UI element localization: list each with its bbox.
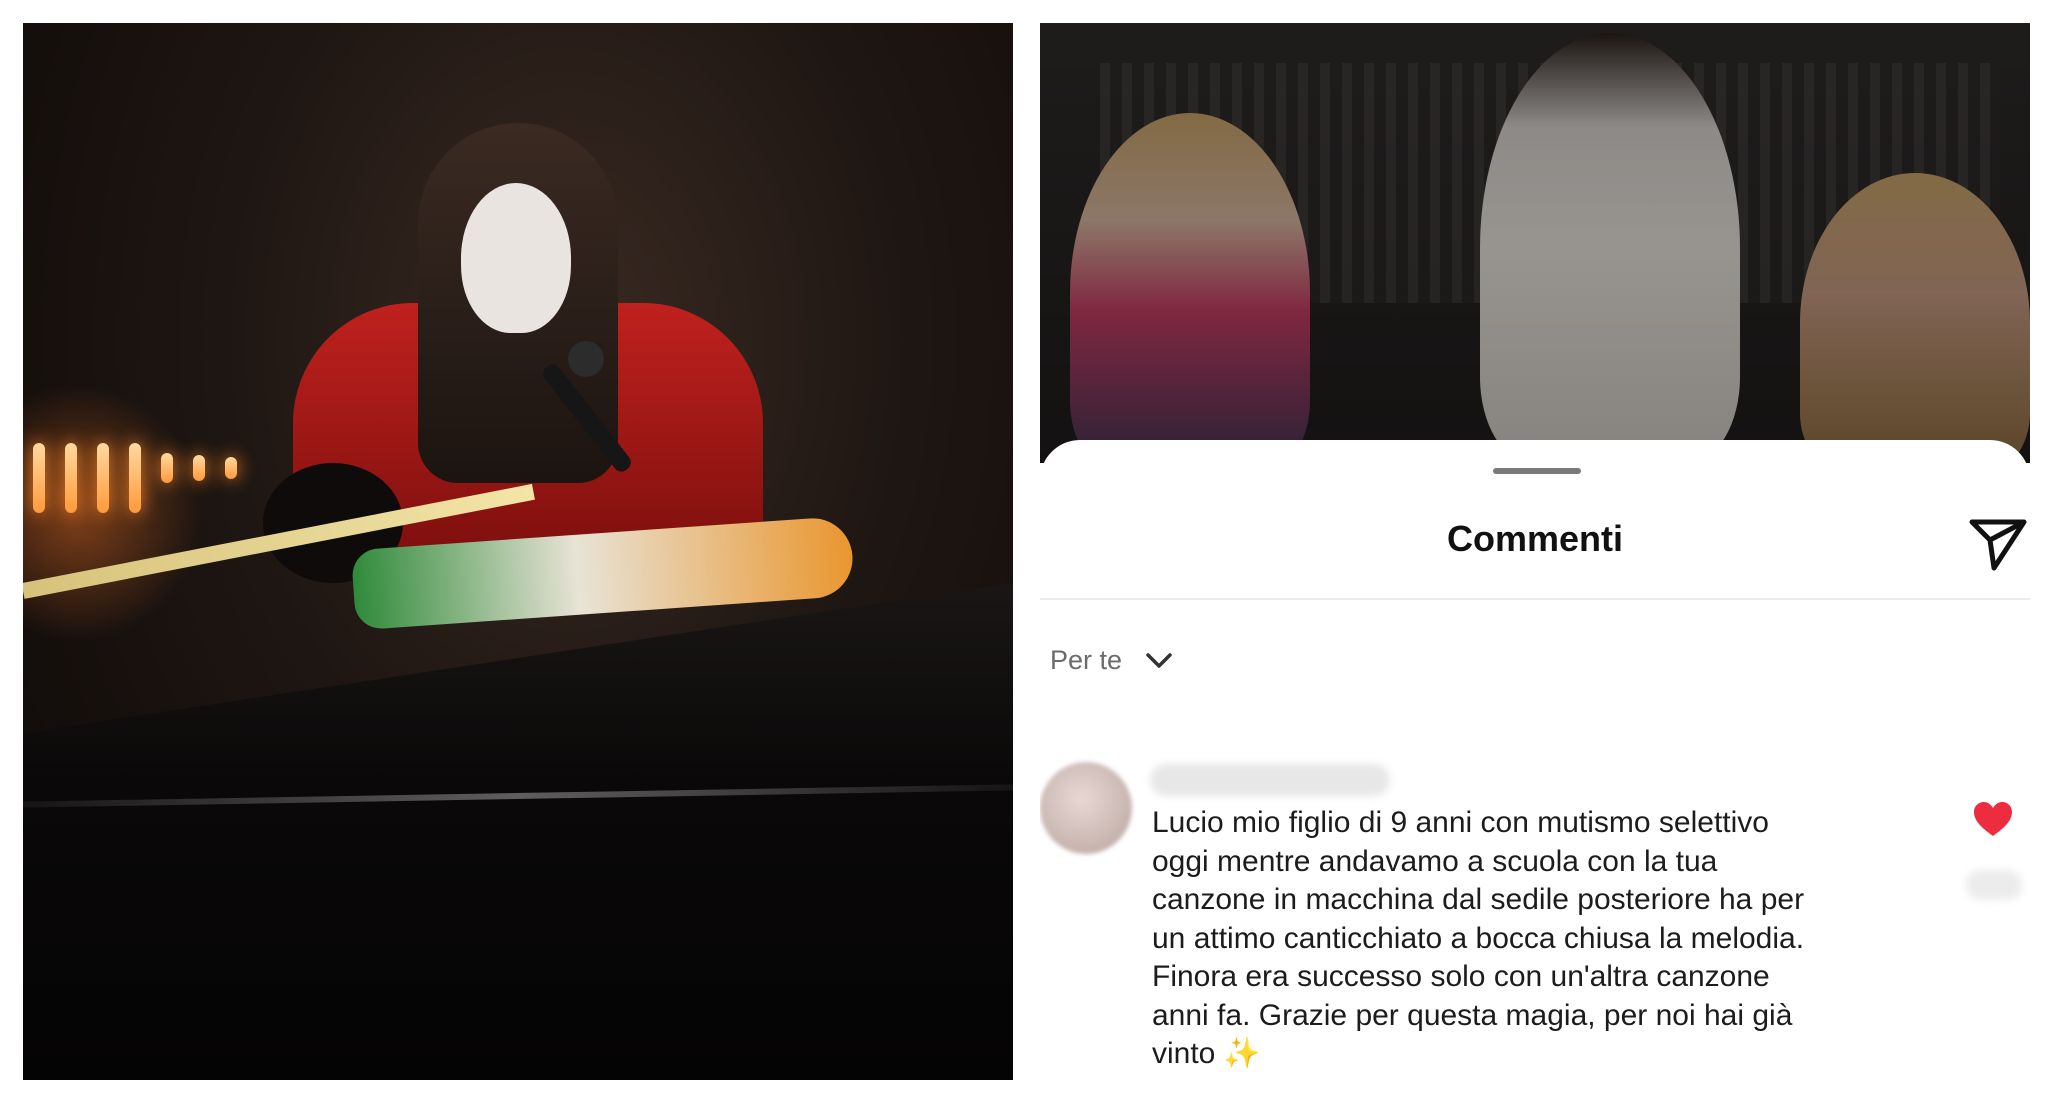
sort-label: Per te	[1050, 644, 1123, 675]
divider	[1040, 598, 2030, 600]
sparkles-icon: ✨	[1223, 1037, 1261, 1070]
stage-lights	[23, 433, 273, 523]
performer-face	[461, 183, 571, 333]
stage-performance-photo	[23, 23, 1013, 1080]
sort-dropdown[interactable]: Per te	[1050, 640, 1174, 680]
like-count-blurred	[1966, 870, 2022, 900]
heart-icon[interactable]	[1972, 800, 2014, 838]
sheet-title: Commenti	[1446, 518, 1623, 559]
instagram-comments-screenshot: Commenti Per te Lucio mio figlio di 9 an…	[1040, 23, 2030, 1080]
photo-dim-overlay	[1040, 23, 2030, 463]
market-scene-photo[interactable]	[1040, 23, 2030, 463]
send-icon[interactable]	[1968, 516, 2028, 572]
comment-body: Lucio mio figlio di 9 anni con mutismo s…	[1152, 806, 1805, 1070]
comments-sheet: Commenti Per te Lucio mio figlio di 9 an…	[1040, 440, 2030, 1080]
chevron-down-icon	[1146, 653, 1172, 668]
drag-handle[interactable]	[1493, 468, 1581, 474]
collage: Commenti Per te Lucio mio figlio di 9 an…	[0, 0, 2048, 1102]
microphone-head	[568, 341, 604, 377]
username-blurred[interactable]	[1150, 764, 1390, 796]
comment-text: Lucio mio figlio di 9 anni con mutismo s…	[1152, 804, 1942, 1074]
avatar[interactable]	[1040, 762, 1132, 854]
grand-piano	[23, 583, 1013, 1080]
